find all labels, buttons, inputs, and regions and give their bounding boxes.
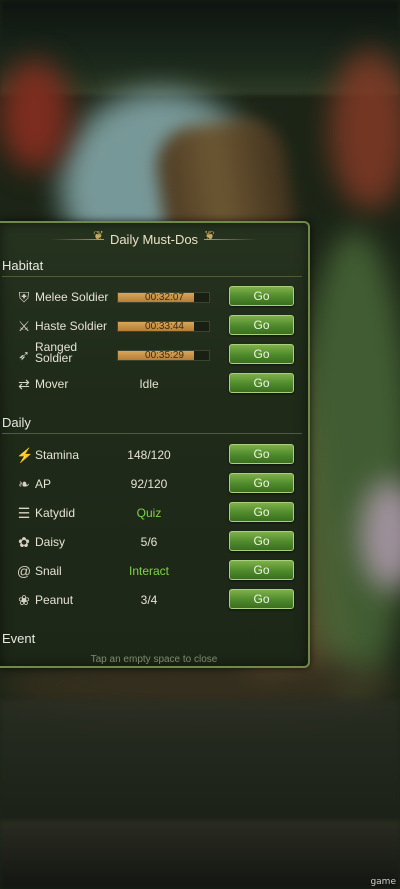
stamina-value: 148/120: [127, 448, 171, 462]
daily-row-stamina: ⚡ Stamina 148/120 Go: [0, 444, 300, 468]
watermark: game: [370, 877, 396, 887]
divider: [2, 433, 302, 434]
dialog-title: Daily Must-Dos: [109, 231, 199, 247]
snail-status: Interact: [128, 564, 170, 578]
row-label: Haste Soldier: [35, 319, 108, 333]
divider: [2, 276, 302, 277]
training-timer: 00:33:44: [145, 321, 184, 332]
mover-status: Idle: [139, 377, 159, 391]
training-progress-bar: 00:35:29: [117, 350, 210, 361]
flower-icon: ✿: [18, 534, 30, 550]
section-habitat: Habitat: [2, 258, 44, 273]
habitat-row-ranged: ➶ Ranged Soldier 00:35:29 Go: [0, 341, 300, 368]
row-label: Mover: [35, 377, 69, 391]
shield-icon: ⛨: [18, 289, 30, 305]
habitat-row-mover: ⇄ Mover Idle Go: [0, 373, 300, 397]
daily-row-daisy: ✿ Daisy 5/6 Go: [0, 531, 300, 555]
peanut-value: 3/4: [140, 593, 158, 607]
go-button-snail[interactable]: Go: [229, 560, 294, 580]
row-label: Peanut: [35, 593, 74, 607]
go-button-haste[interactable]: Go: [229, 315, 294, 335]
daily-row-snail: @ Snail Interact Go: [0, 560, 300, 584]
training-timer: 00:35:29: [145, 350, 184, 361]
chat-panel: [0, 700, 400, 820]
go-button-peanut[interactable]: Go: [229, 589, 294, 609]
training-progress-bar: 00:32:07: [117, 292, 210, 303]
snail-icon: @: [16, 563, 32, 579]
title-ornament-left-icon: [49, 228, 104, 244]
row-label: Snail: [35, 564, 62, 578]
go-button-stamina[interactable]: Go: [229, 444, 294, 464]
leaf-icon: ❧: [18, 476, 30, 492]
row-label: Melee Soldier: [35, 290, 109, 304]
mover-icon: ⇄: [18, 376, 30, 392]
training-timer: 00:32:07: [145, 292, 184, 303]
book-icon: ☰: [17, 505, 31, 521]
ranged-soldier-icon: ➶: [18, 347, 30, 363]
row-label: Katydid: [35, 506, 76, 520]
go-button-daisy[interactable]: Go: [229, 531, 294, 551]
lightning-icon: ⚡: [16, 447, 34, 463]
go-button-mover[interactable]: Go: [229, 373, 294, 393]
row-label: AP: [35, 477, 52, 491]
ap-value: 92/120: [130, 477, 168, 491]
daily-row-peanut: ❀ Peanut 3/4 Go: [0, 589, 300, 613]
close-hint: Tap an empty space to close: [90, 654, 218, 665]
daisy-value: 5/6: [140, 535, 158, 549]
training-progress-bar: 00:33:44: [117, 321, 210, 332]
go-button-ap[interactable]: Go: [229, 473, 294, 493]
row-label-line2: Soldier: [35, 351, 73, 365]
peanut-icon: ❀: [18, 592, 30, 608]
row-label: Daisy: [35, 535, 66, 549]
background-avatar: [0, 60, 70, 170]
row-label: Ranged Soldier: [35, 341, 77, 365]
running-soldier-icon: ⚔: [17, 318, 31, 334]
title-ornament-right-icon: [204, 234, 259, 244]
go-button-melee[interactable]: Go: [229, 286, 294, 306]
habitat-row-haste: ⚔ Haste Soldier 00:33:44 Go: [0, 315, 300, 339]
go-button-ranged[interactable]: Go: [229, 344, 294, 364]
section-daily: Daily: [2, 415, 31, 430]
daily-row-ap: ❧ AP 92/120 Go: [0, 473, 300, 497]
go-button-katydid[interactable]: Go: [229, 502, 294, 522]
background-flowers: [330, 50, 400, 210]
daily-must-dos-panel: Daily Must-Dos Habitat ⛨ Melee Soldier 0…: [0, 221, 310, 668]
title-bar: Daily Must-Dos: [0, 227, 308, 251]
daily-row-katydid: ☰ Katydid Quiz Go: [0, 502, 300, 526]
habitat-row-melee: ⛨ Melee Soldier 00:32:07 Go: [0, 286, 300, 310]
row-label: Stamina: [35, 448, 80, 462]
background-foliage: [300, 230, 400, 700]
bottom-hud: [0, 820, 400, 889]
katydid-status: Quiz: [136, 506, 162, 520]
section-event: Event: [2, 631, 36, 646]
